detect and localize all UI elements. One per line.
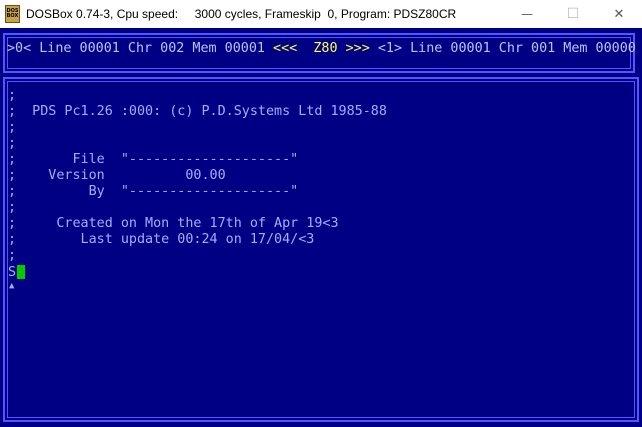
close-button[interactable]: ✕ [596, 0, 642, 28]
prompt-line[interactable]: S [8, 264, 26, 280]
minimize-icon: — [521, 7, 533, 21]
title-bar[interactable]: DOS BOX DOSBox 0.74-3, Cpu speed: 3000 c… [0, 0, 642, 28]
window-title: DOSBox 0.74-3, Cpu speed: 3000 cycles, F… [26, 7, 457, 21]
window-controls: — ☐ ✕ [504, 0, 642, 28]
minimize-button[interactable]: — [504, 0, 550, 28]
status-close-arrows: >>> [337, 41, 370, 56]
prompt-text: S [8, 264, 17, 280]
editor-line: ; Created on Mon the 17th of Apr 19<3 [8, 216, 339, 231]
status-right: <1> Line 00001 Chr 001 Mem 00000 [369, 41, 636, 56]
status-open-arrows: <<< [273, 41, 314, 56]
editor-line: ; PDS Pc1.26 :000: (c) P.D.Systems Ltd 1… [8, 104, 387, 119]
editor-line: ; [8, 136, 17, 151]
dos-screen[interactable]: >0< Line 00001 Chr 002 Mem 00001 <<< Z80… [0, 28, 642, 427]
editor-line: ; [8, 120, 17, 135]
status-line: >0< Line 00001 Chr 002 Mem 00001 <<< Z80… [7, 41, 636, 57]
close-icon: ✕ [613, 6, 625, 22]
text-cursor [17, 265, 26, 279]
cpu-indicator: Z80 [313, 41, 338, 56]
editor-line: ; File "--------------------" [8, 152, 299, 167]
maximize-icon: ☐ [566, 6, 580, 22]
icon-text-bottom: BOX [6, 13, 19, 19]
dosbox-window: DOS BOX DOSBox 0.74-3, Cpu speed: 3000 c… [0, 0, 642, 427]
editor-line: ; [8, 88, 17, 103]
maximize-button[interactable]: ☐ [550, 0, 596, 28]
editor-line: ; [8, 200, 17, 215]
status-left: >0< Line 00001 Chr 002 Mem 00001 [7, 41, 274, 56]
editor-line: ; [8, 248, 17, 263]
editor-text[interactable]: ;; PDS Pc1.26 :000: (c) P.D.Systems Ltd … [8, 88, 387, 264]
editor-line: ; Version 00.00 [8, 168, 226, 183]
editor-line: ; Last update 00:24 on 17/04/<3 [8, 232, 315, 247]
dosbox-app-icon[interactable]: DOS BOX [5, 5, 20, 23]
triangle-marker-icon: ▲ [9, 281, 15, 291]
editor-line: ; By "--------------------" [8, 184, 299, 199]
